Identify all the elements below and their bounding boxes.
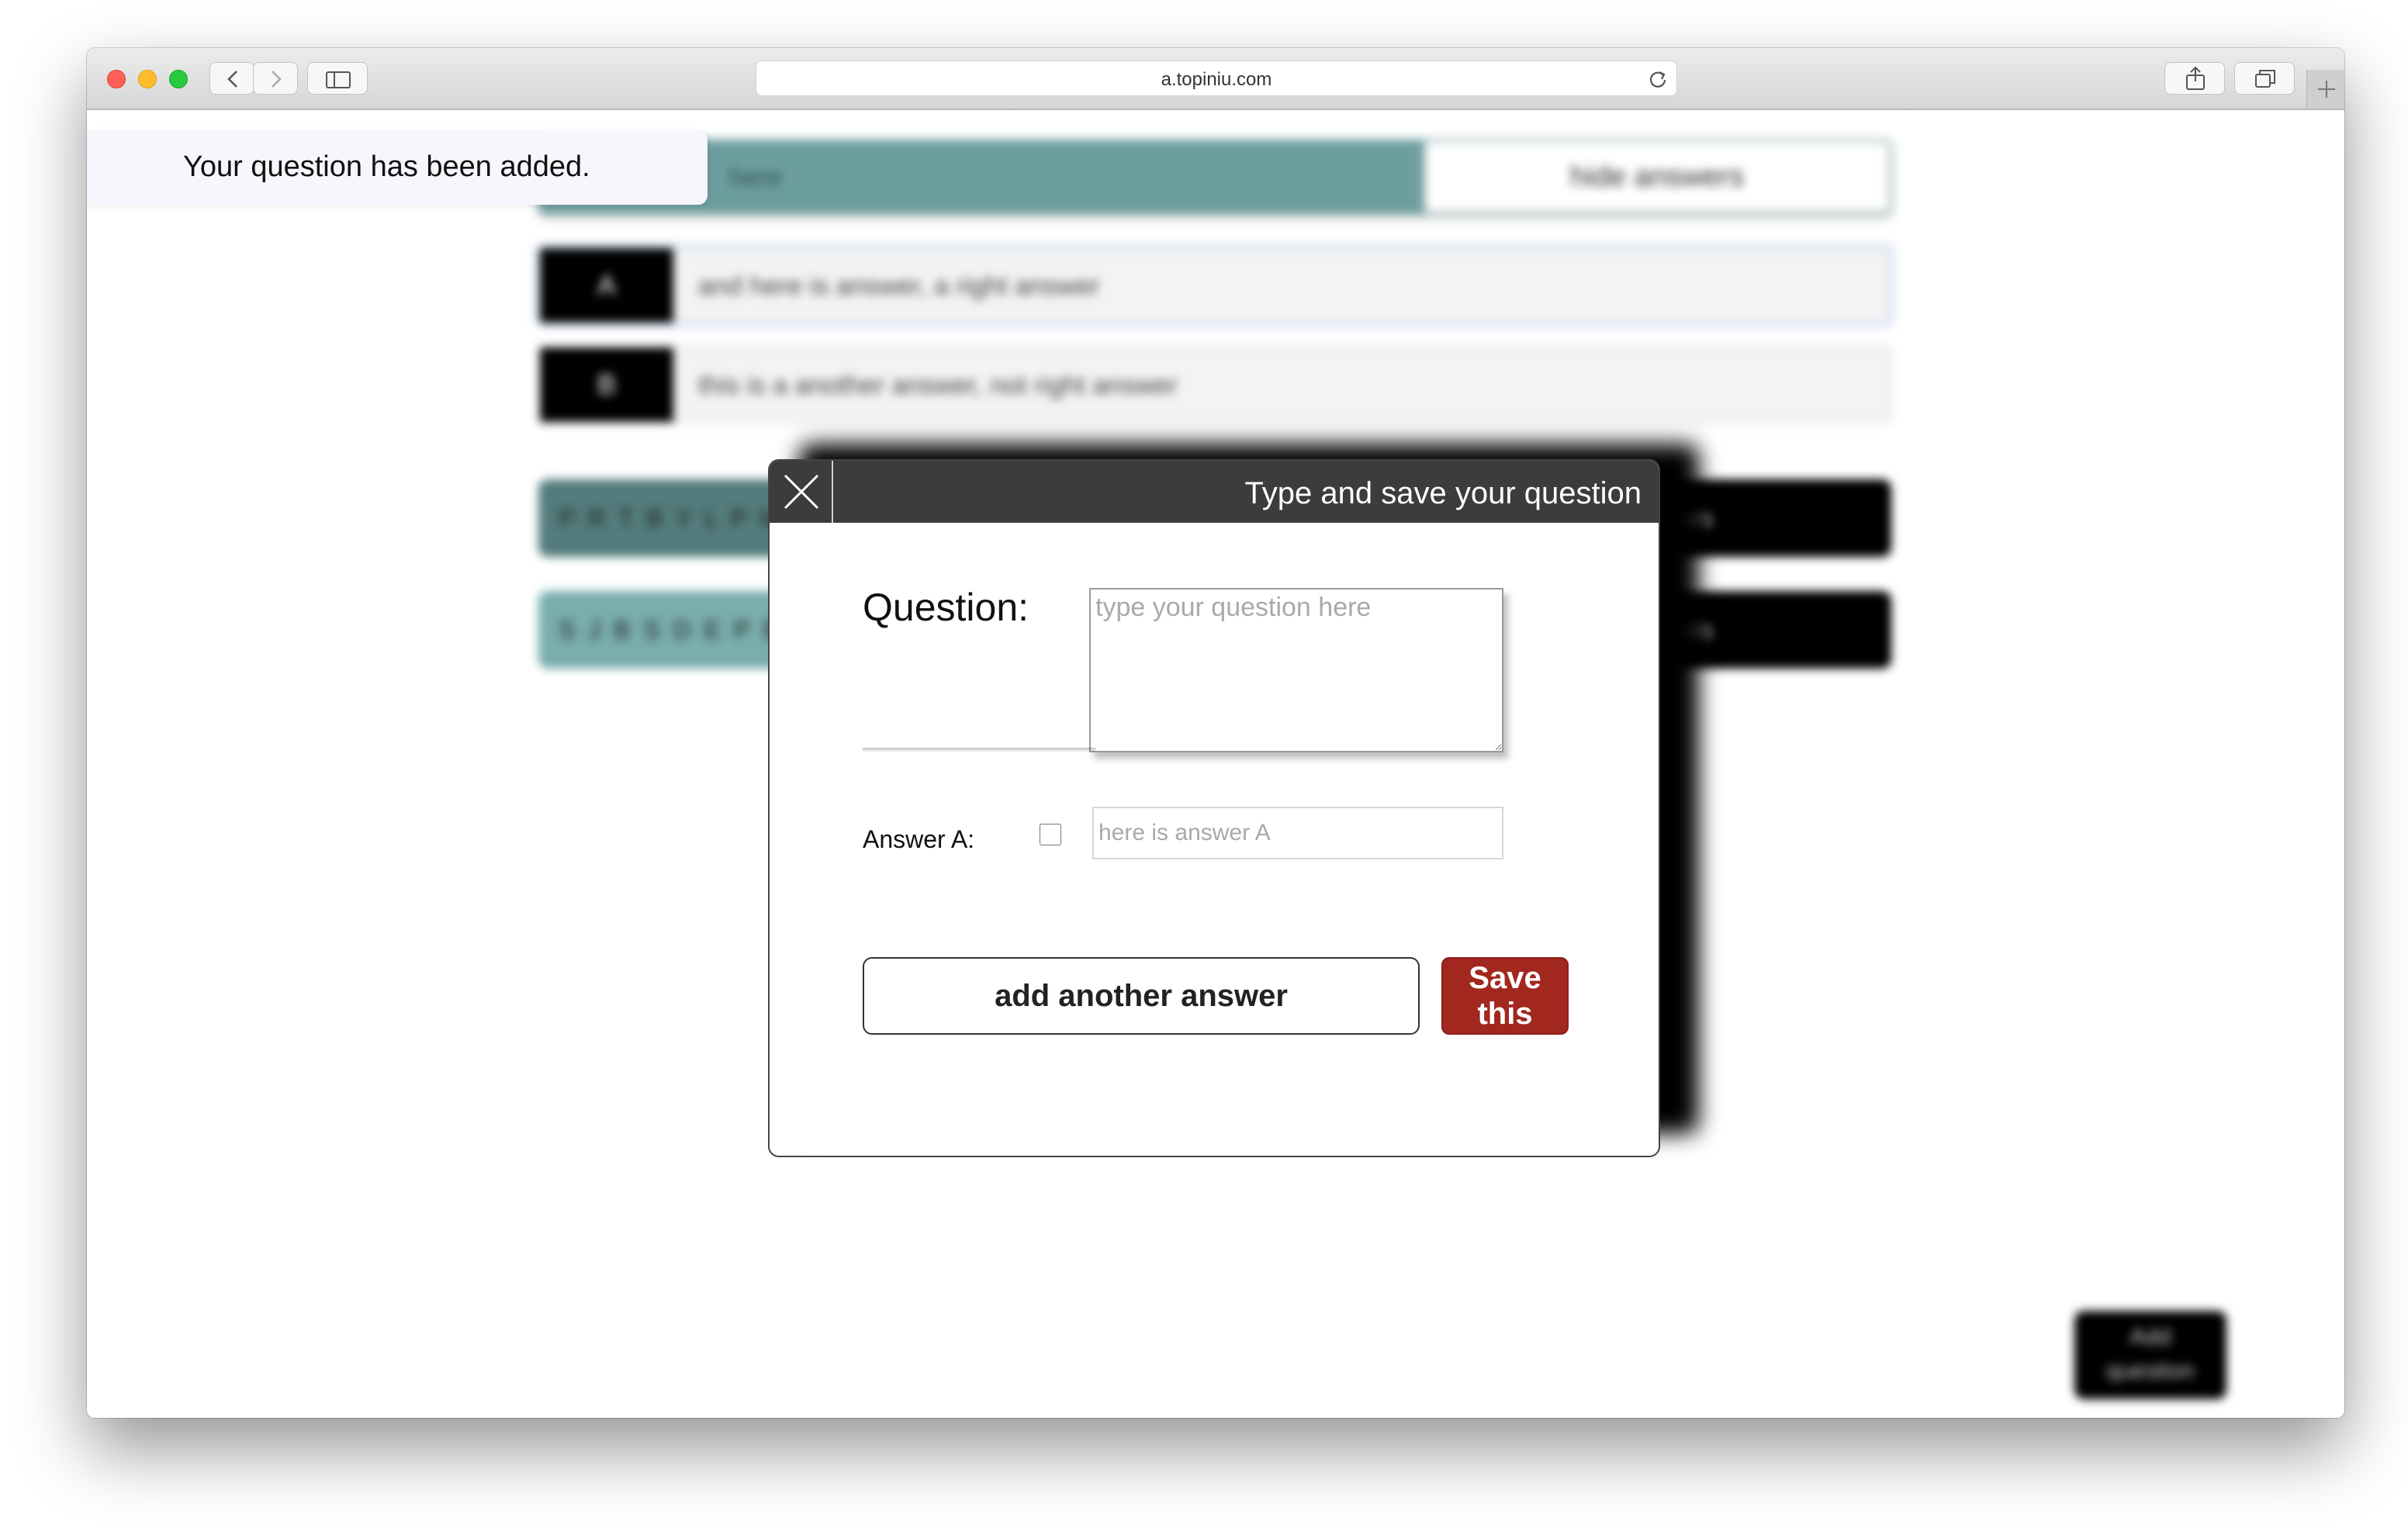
question-label: Question: <box>863 586 1029 629</box>
answer-letter: A <box>540 248 673 323</box>
url-text: a.topiniu.com <box>1161 69 1272 90</box>
modal-close-button[interactable] <box>770 461 833 523</box>
add-question-label-line1: Add <box>2129 1324 2171 1350</box>
address-bar[interactable]: a.topiniu.com <box>756 60 1677 96</box>
add-question-button[interactable]: Add question <box>2074 1311 2226 1399</box>
share-icon <box>2186 66 2205 90</box>
add-question-label-line2: question <box>2106 1358 2195 1384</box>
save-label-line1: Save <box>1469 961 1541 995</box>
toast-notification: Your question has been added. <box>87 130 708 205</box>
save-question-button[interactable]: Save this <box>1441 957 1569 1035</box>
hide-answers-button[interactable]: hide answers <box>1424 141 1890 213</box>
answer-row-a[interactable]: A and here is answer, a right answer <box>538 247 1891 324</box>
toast-message: Your question has been added. <box>183 150 590 183</box>
answer-a-correct-checkbox[interactable] <box>1040 824 1061 845</box>
close-window-button[interactable] <box>107 70 126 88</box>
forward-button[interactable] <box>253 62 298 95</box>
sidebar-toggle-button[interactable] <box>307 62 368 95</box>
browser-toolbar: a.topiniu.com <box>87 48 2344 110</box>
tabs-overview-button[interactable] <box>2234 62 2295 95</box>
back-button[interactable] <box>209 62 254 95</box>
question-divider <box>863 748 1095 752</box>
save-label-line2: this <box>1477 997 1533 1031</box>
modal-title: Type and save your question <box>1244 476 1642 510</box>
minimize-window-button[interactable] <box>138 70 157 88</box>
add-another-answer-button[interactable]: add another answer <box>863 957 1420 1035</box>
sidebar-icon <box>326 71 351 88</box>
chevron-left-icon <box>227 71 237 88</box>
tabs-icon <box>2255 70 2275 88</box>
close-icon <box>784 474 819 510</box>
page-content: here hide answers A and here is answer, … <box>87 110 2344 1418</box>
new-tab-button[interactable] <box>2306 70 2344 109</box>
browser-window: a.topiniu.com here hide answers A and he… <box>87 48 2344 1418</box>
zoom-window-button[interactable] <box>169 70 188 88</box>
reload-icon[interactable] <box>1647 67 1669 89</box>
answer-a-input[interactable] <box>1092 807 1503 859</box>
plus-icon <box>2318 81 2335 98</box>
question-modal: Type and save your question Question: An… <box>768 459 1660 1157</box>
answer-a-label: Answer A: <box>863 825 975 853</box>
question-textarea[interactable] <box>1089 588 1503 752</box>
share-button[interactable] <box>2164 62 2225 95</box>
question-header-text: here <box>729 163 783 192</box>
modal-header: Type and save your question <box>770 461 1659 523</box>
answer-text: and here is answer, a right answer <box>698 271 1100 301</box>
answer-row-b[interactable]: B this is a another answer, not right an… <box>538 346 1891 423</box>
chevron-right-icon <box>272 71 282 88</box>
answer-text: this is a another answer, not right answ… <box>698 371 1178 400</box>
answer-letter: B <box>540 347 673 422</box>
